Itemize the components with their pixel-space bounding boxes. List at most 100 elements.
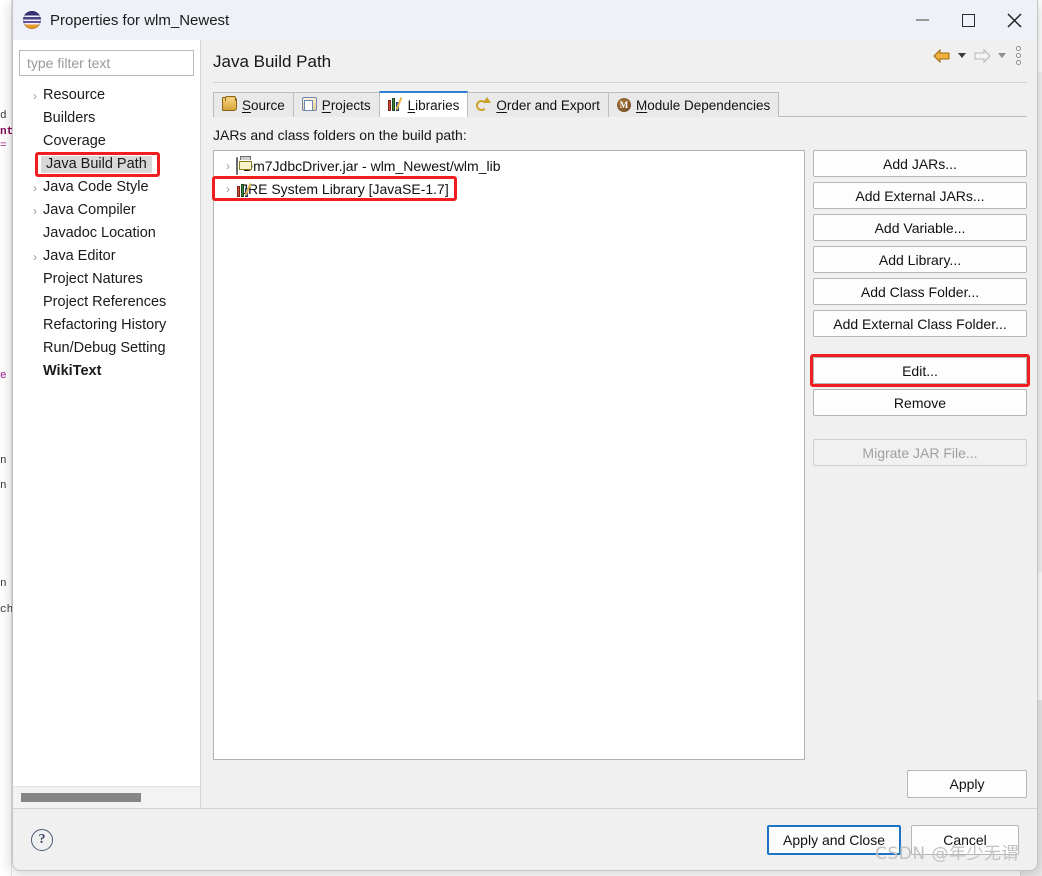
libraries-panel: JARs and class folders on the build path… [213,117,1027,808]
sidebar-item-java-code-style[interactable]: › Java Code Style [13,176,200,199]
add-library-button[interactable]: Add Library... [813,246,1027,273]
minimize-button[interactable] [899,0,945,40]
back-arrow-icon[interactable] [932,48,952,64]
chevron-right-icon[interactable]: › [27,204,43,218]
migrate-jar-file-button: Migrate JAR File... [813,439,1027,466]
sidebar-item-label: Resource [43,87,106,104]
remove-button[interactable]: Remove [813,389,1027,416]
chevron-right-icon[interactable]: › [220,182,236,196]
navigation-toolbar [932,46,1021,65]
build-path-entry[interactable]: › JRE System Library [JavaSE-1.7] [214,177,804,200]
sidebar-item-wikitext[interactable]: WikiText [13,360,200,383]
background-code-line: n [0,578,7,590]
panel-main: › Dm7JdbcDriver.jar - wlm_Newest/wlm_lib ›… [213,150,1027,760]
add-class-folder-button[interactable]: Add Class Folder... [813,278,1027,305]
eclipse-logo-icon [23,11,41,29]
background-code-line: = [0,140,7,152]
sidebar-item-java-build-path[interactable]: Java Build Path [13,153,200,176]
chevron-right-icon[interactable]: › [27,181,43,195]
jar-file-icon [236,156,243,175]
project-folder-icon [301,96,317,114]
dialog-footer: ? Apply and Close Cancel CSDN @年少无谓 [13,808,1037,870]
sidebar-item-refactoring-history[interactable]: Refactoring History [13,314,200,337]
chevron-right-icon[interactable]: › [27,250,43,264]
module-dependencies-icon: M [616,98,631,112]
chevron-right-icon[interactable]: › [27,89,43,103]
chevron-right-icon[interactable]: › [220,159,236,173]
sidebar-item-javadoc-location[interactable]: Javadoc Location [13,222,200,245]
build-path-entry[interactable]: › Dm7JdbcDriver.jar - wlm_Newest/wlm_lib [214,154,804,177]
tab-label: Libraries [407,97,460,113]
sidebar-item-label: Java Editor [43,248,116,265]
properties-dialog: Properties for wlm_Newest type filter te… [12,0,1038,871]
background-code-line: e [0,370,7,382]
sidebar-item-label: Builders [43,110,96,127]
add-variable-button[interactable]: Add Variable... [813,214,1027,241]
sidebar-item-label: Project References [43,294,167,311]
close-button[interactable] [991,0,1037,40]
settings-sidebar: ›ResourceBuildersCoverageJava Build Path… [13,40,201,808]
window-controls [899,0,1037,40]
library-books-icon [236,181,252,197]
settings-content: Java Build Path Source Projects Libraries O… [201,40,1037,808]
sidebar-item-coverage[interactable]: Coverage [13,130,200,153]
help-icon[interactable]: ? [31,828,53,851]
forward-arrow-icon [972,48,992,64]
tab-projects[interactable]: Projects [292,92,380,117]
forward-dropdown-icon[interactable] [998,53,1006,58]
sidebar-horizontal-scrollbar[interactable] [13,786,200,808]
sidebar-item-label: Java Compiler [43,202,136,219]
window-title: Properties for wlm_Newest [50,11,230,29]
tab-label: Module Dependencies [635,97,771,113]
sidebar-item-project-references[interactable]: Project References [13,291,200,314]
tab-label: Order and Export [496,97,600,113]
tab-module-dependencies[interactable]: M Module Dependencies [607,92,780,117]
sidebar-item-label: Run/Debug Setting [43,340,166,357]
add-external-class-folder-button[interactable]: Add External Class Folder... [813,310,1027,337]
sidebar-item-label: Refactoring History [43,317,167,334]
filter-input[interactable] [19,50,194,76]
build-path-list[interactable]: › Dm7JdbcDriver.jar - wlm_Newest/wlm_lib ›… [213,150,805,760]
sidebar-item-label: Java Build Path [41,155,152,174]
scrollbar-thumb[interactable] [21,793,141,802]
tab-source[interactable]: Source [213,92,294,117]
tab-libraries[interactable]: Libraries [378,91,469,117]
watermark: CSDN @年少无谓 [875,844,1019,864]
sidebar-item-builders[interactable]: Builders [13,107,200,130]
apply-button[interactable]: Apply [907,770,1027,798]
build-path-entry-label: Dm7JdbcDriver.jar - wlm_Newest/wlm_lib [243,157,501,174]
settings-tree: › Resource Builders Coverage Java Build Path… [13,82,200,786]
edit-button[interactable]: Edit... [813,357,1027,384]
library-books-icon [387,96,403,114]
sidebar-item-java-editor[interactable]: › Java Editor [13,245,200,268]
dialog-titlebar: Properties for wlm_Newest [13,0,1037,40]
source-folder-icon [222,95,237,114]
close-icon [1006,12,1022,28]
sidebar-item-label: Javadoc Location [43,225,156,242]
minimize-icon [915,19,929,21]
sidebar-item-resource[interactable]: › Resource [13,84,200,107]
build-path-entry-label: JRE System Library [JavaSE-1.7] [241,180,449,197]
page-title: Java Build Path [213,52,332,71]
title-divider [213,82,1027,83]
sidebar-item-label: Java Code Style [43,179,149,196]
sidebar-item-run-debug-setting[interactable]: Run/Debug Setting [13,337,200,360]
maximize-icon [961,13,975,27]
tab-label: Projects [321,97,371,113]
apply-row: Apply [213,760,1027,808]
add-external-jars-button[interactable]: Add External JARs... [813,182,1027,209]
sidebar-item-label: Project Natures [43,271,143,288]
library-actions: Add JARs... Add External JARs... Add Varia… [813,150,1027,760]
sidebar-item-label: WikiText [43,363,102,380]
maximize-button[interactable] [945,0,991,40]
sidebar-item-java-compiler[interactable]: › Java Compiler [13,199,200,222]
order-export-icon [476,96,492,114]
tab-label: Source [242,97,285,113]
back-dropdown-icon[interactable] [958,53,966,58]
tab-order-and-export[interactable]: Order and Export [467,92,609,117]
view-menu-icon[interactable] [1016,46,1021,65]
sidebar-item-label: Coverage [43,133,106,150]
add-jars-button[interactable]: Add JARs... [813,150,1027,177]
sidebar-item-project-natures[interactable]: Project Natures [13,268,200,291]
list-caption: JARs and class folders on the build path… [213,127,467,143]
